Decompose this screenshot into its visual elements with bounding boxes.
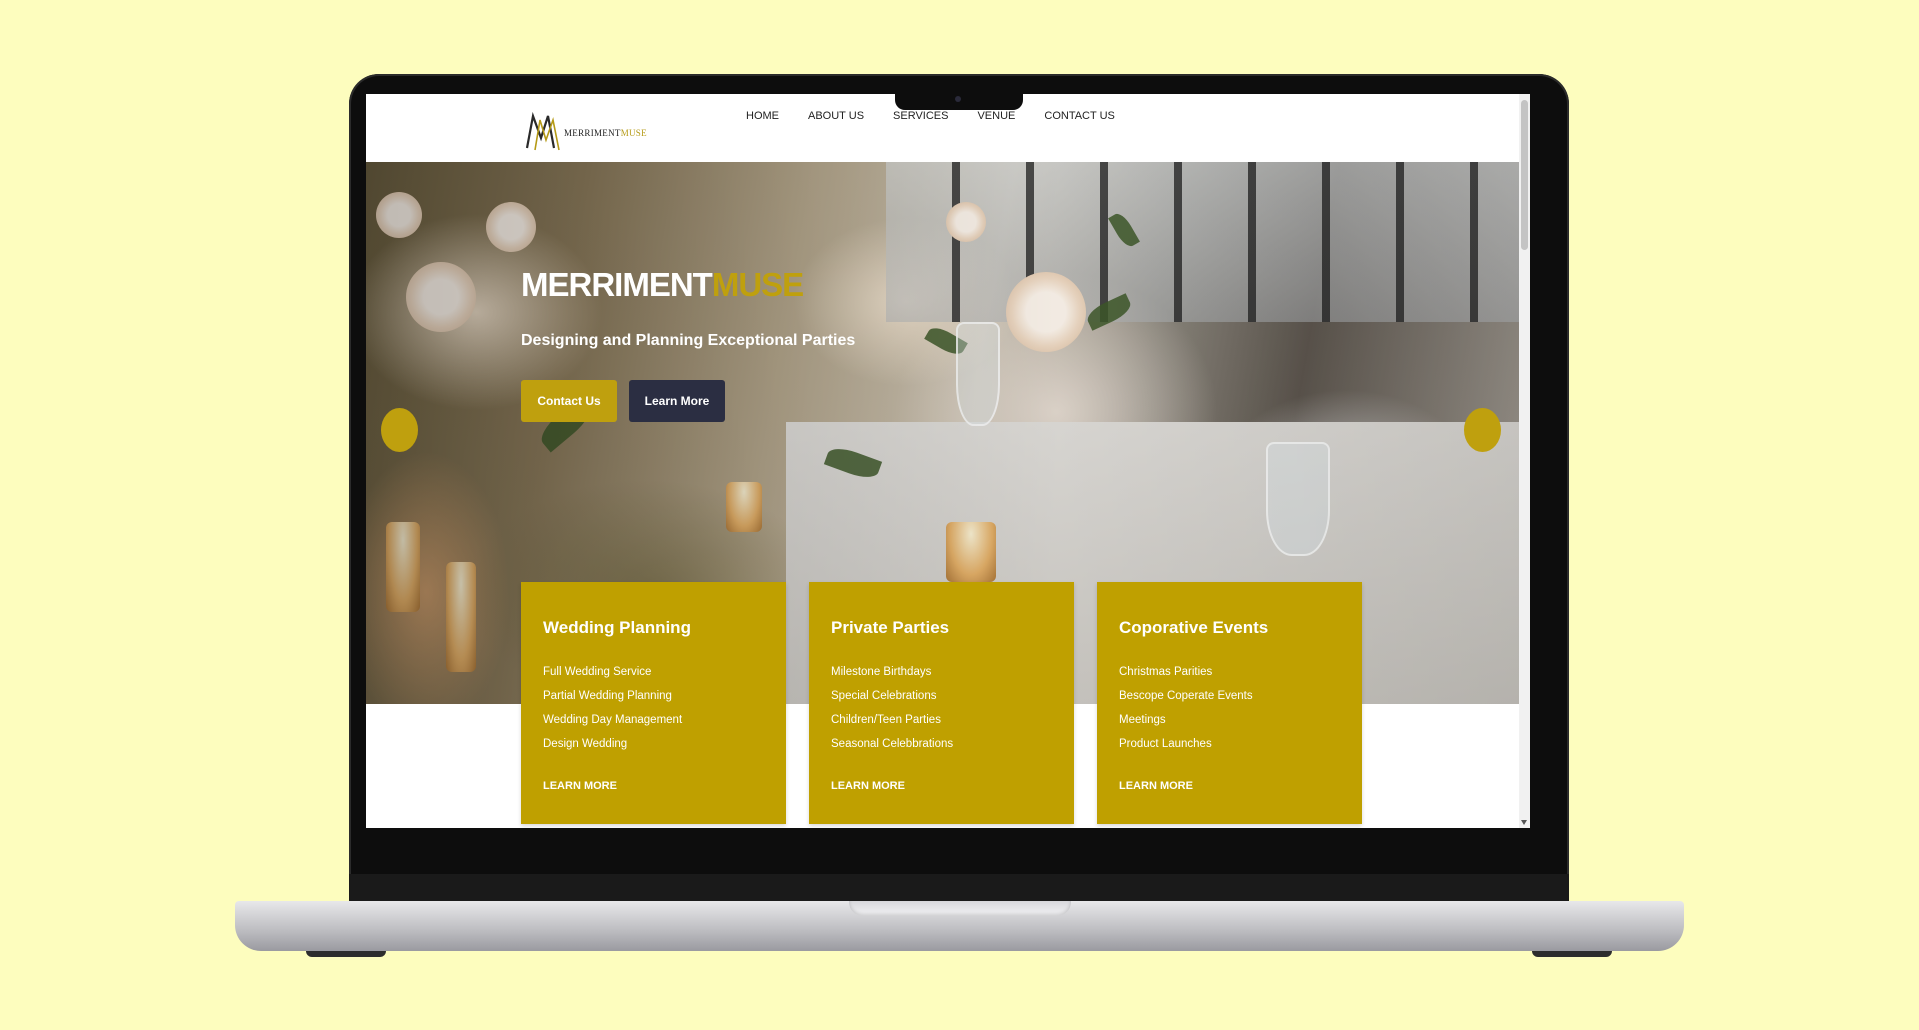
camera-notch (895, 90, 1023, 110)
card-list-item[interactable]: Seasonal Celebbrations (831, 732, 953, 756)
laptop-base (235, 901, 1684, 951)
service-card-private-parties: Private Parties Milestone Birthdays Spec… (809, 582, 1074, 824)
scrollbar-thumb[interactable] (1521, 100, 1528, 250)
card-learn-more-link[interactable]: LEARN MORE (1119, 780, 1193, 792)
card-list-item[interactable]: Children/Teen Parties (831, 708, 953, 732)
card-list-item[interactable]: Design Wedding (543, 732, 682, 756)
service-card-wedding: Wedding Planning Full Wedding Service Pa… (521, 582, 786, 824)
card-list-item[interactable]: Bescope Coperate Events (1119, 684, 1253, 708)
nav-services[interactable]: SERVICES (893, 110, 948, 122)
trackpad-notch (849, 901, 1071, 916)
card-title: Wedding Planning (543, 618, 691, 637)
laptop-foot (306, 951, 386, 957)
logo-wordmark: MERRIMENTMUSE (564, 128, 647, 138)
card-list-item[interactable]: Full Wedding Service (543, 660, 682, 684)
card-title: Private Parties (831, 618, 950, 637)
laptop-bezel (349, 874, 1569, 902)
nav-about-us[interactable]: ABOUT US (808, 110, 864, 122)
contact-us-button[interactable]: Contact Us (521, 380, 617, 422)
card-list-item[interactable]: Special Celebrations (831, 684, 953, 708)
card-learn-more-link[interactable]: LEARN MORE (543, 780, 617, 792)
carousel-next-button[interactable] (1464, 408, 1501, 452)
card-list-item[interactable]: Meetings (1119, 708, 1253, 732)
nav-menu: HOME ABOUT US SERVICES VENUE CONTACT US (746, 110, 1144, 122)
nav-home[interactable]: HOME (746, 110, 779, 122)
nav-contact-us[interactable]: CONTACT US (1044, 110, 1115, 122)
nav-venue[interactable]: VENUE (977, 110, 1015, 122)
hero-subtitle: Designing and Planning Exceptional Parti… (521, 332, 856, 349)
service-card-corporate-events: Coporative Events Christmas Parities Bes… (1097, 582, 1362, 824)
hero-title: MERRIMENTMUSE (521, 266, 804, 303)
site-logo[interactable]: MERRIMENTMUSE (524, 110, 656, 154)
card-list-item[interactable]: Partial Wedding Planning (543, 684, 682, 708)
card-list-item[interactable]: Milestone Birthdays (831, 660, 953, 684)
card-list: Milestone Birthdays Special Celebrations… (831, 660, 953, 756)
card-list-item[interactable]: Wedding Day Management (543, 708, 682, 732)
page-scrollbar[interactable] (1519, 94, 1530, 828)
card-list-item[interactable]: Product Launches (1119, 732, 1253, 756)
browser-viewport: MERRIMENTMUSE HOME ABOUT US SERVICES VEN… (366, 94, 1530, 828)
card-list: Christmas Parities Bescope Coperate Even… (1119, 660, 1253, 756)
card-list: Full Wedding Service Partial Wedding Pla… (543, 660, 682, 756)
scroll-down-arrow-icon[interactable] (1521, 820, 1527, 825)
card-learn-more-link[interactable]: LEARN MORE (831, 780, 905, 792)
laptop-foot (1532, 951, 1612, 957)
carousel-prev-button[interactable] (381, 408, 418, 452)
card-list-item[interactable]: Christmas Parities (1119, 660, 1253, 684)
logo-monogram-icon (525, 111, 560, 151)
card-title: Coporative Events (1119, 618, 1269, 637)
learn-more-button[interactable]: Learn More (629, 380, 725, 422)
